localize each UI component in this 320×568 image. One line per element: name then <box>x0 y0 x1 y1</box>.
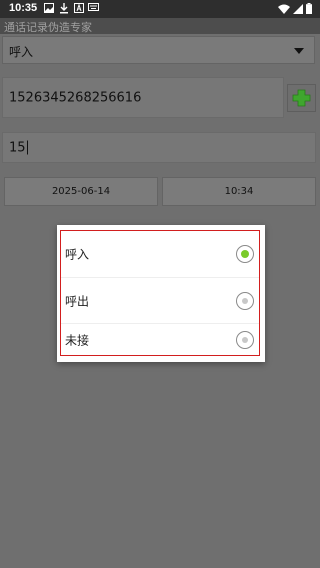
radio-button-checked[interactable] <box>236 245 254 263</box>
dialog-option-outgoing[interactable]: 呼出 <box>61 277 259 323</box>
dialog-option-missed[interactable]: 未接 <box>61 323 259 355</box>
status-bar: 10:35 <box>0 0 320 18</box>
battery-icon <box>306 3 312 17</box>
app-title-bar: 通话记录伪造专家 <box>0 18 320 34</box>
text-notification-icon <box>73 3 84 14</box>
wifi-icon <box>278 4 290 17</box>
text-caret <box>26 140 28 155</box>
phone-number-value: 1526345268256616 <box>9 90 142 105</box>
dialog-option-incoming[interactable]: 呼入 <box>61 231 259 277</box>
dropdown-arrow-icon <box>294 48 304 54</box>
dialog-options-frame: 呼入 呼出 未接 <box>60 230 260 356</box>
plus-icon <box>292 89 311 107</box>
option-label: 呼入 <box>65 247 90 262</box>
duration-input[interactable]: 15 <box>2 132 316 163</box>
call-type-dropdown[interactable]: 呼入 <box>2 36 315 64</box>
option-label: 未接 <box>65 333 90 347</box>
option-label: 呼出 <box>65 294 90 308</box>
image-notification-icon <box>43 3 54 14</box>
app-title: 通话记录伪造专家 <box>4 21 92 34</box>
time-picker-button[interactable]: 10:34 <box>162 177 316 206</box>
keyboard-icon <box>88 3 99 14</box>
radio-button[interactable] <box>236 291 254 310</box>
phone-number-input[interactable]: 1526345268256616 <box>2 77 284 118</box>
duration-value: 15 <box>9 140 28 155</box>
radio-button[interactable] <box>236 330 254 349</box>
download-icon <box>58 3 69 14</box>
date-picker-button[interactable]: 2025-06-14 <box>4 177 158 206</box>
status-time: 10:35 <box>9 2 38 14</box>
call-type-dialog: 呼入 呼出 未接 <box>57 225 265 362</box>
call-type-selected: 呼入 <box>9 45 34 59</box>
signal-icon <box>293 3 303 17</box>
add-contact-button[interactable] <box>287 84 316 112</box>
